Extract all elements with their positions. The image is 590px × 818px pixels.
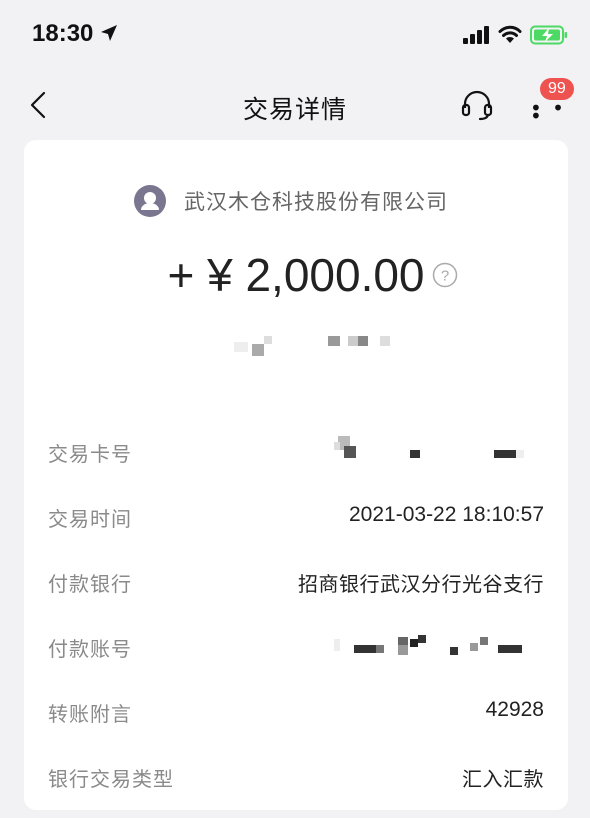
redacted-account-number — [334, 631, 544, 661]
transaction-amount: + ¥ 2,000.00 — [167, 249, 425, 301]
row-label: 银行交易类型 — [48, 767, 174, 791]
svg-text:?: ? — [441, 268, 449, 285]
merchant-name: 武汉木仓科技股份有限公司 — [184, 190, 448, 214]
row-label: 转账附言 — [48, 702, 132, 726]
row-label: 交易卡号 — [48, 442, 132, 466]
location-arrow-icon — [101, 25, 117, 41]
more-icon: • • • — [530, 96, 566, 128]
wifi-icon — [498, 25, 522, 43]
row-value: 招商银行武汉分行光谷支行 — [298, 572, 544, 596]
merchant-row: 武汉木仓科技股份有限公司 — [134, 184, 448, 218]
detail-row-remark: 转账附言 42928 — [48, 682, 544, 747]
person-icon — [141, 192, 159, 210]
status-bar: 18:30 — [0, 0, 590, 70]
avatar — [134, 185, 166, 217]
notification-badge: 99 — [540, 78, 574, 100]
row-value: 42928 — [485, 698, 544, 721]
detail-list: 交易卡号 交易时间 2021-03-22 18:10:57 付款银行 招商银行武… — [48, 422, 544, 812]
question-icon[interactable]: ? — [432, 262, 458, 288]
transaction-card: 武汉木仓科技股份有限公司 + ¥ 2,000.00 ? 交易卡号 交易时间 20… — [24, 140, 568, 810]
row-label: 付款账号 — [48, 637, 132, 661]
detail-row-card-number: 交易卡号 — [48, 422, 544, 487]
row-label: 交易时间 — [48, 507, 132, 531]
headset-icon[interactable] — [460, 88, 494, 122]
page-title: 交易详情 — [242, 95, 347, 124]
redacted-card-number — [334, 436, 544, 466]
detail-row-time: 交易时间 2021-03-22 18:10:57 — [48, 487, 544, 552]
status-time: 18:30 — [32, 20, 94, 47]
battery-charging-icon — [530, 25, 567, 45]
detail-row-account: 付款账号 — [48, 617, 544, 682]
signal-icon — [463, 26, 489, 44]
row-label: 付款银行 — [48, 572, 132, 596]
row-value: 汇入汇款 — [462, 767, 544, 791]
detail-row-type: 银行交易类型 汇入汇款 — [48, 747, 544, 812]
detail-row-bank: 付款银行 招商银行武汉分行光谷支行 — [48, 552, 544, 617]
row-value: 2021-03-22 18:10:57 — [349, 503, 544, 526]
nav-bar: 交易详情 • • • — [0, 70, 590, 140]
redacted-info — [224, 330, 404, 360]
